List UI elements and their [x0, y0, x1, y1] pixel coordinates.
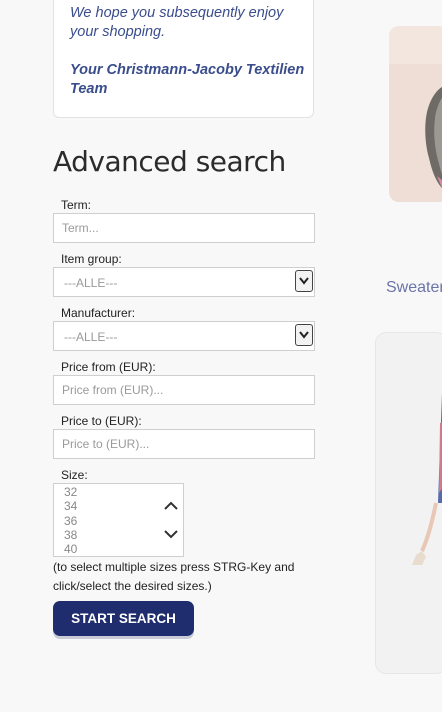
price-to-input[interactable] — [53, 429, 315, 459]
chevron-down-icon — [299, 331, 309, 339]
term-input[interactable] — [53, 213, 315, 243]
manufacturer-value: ---ALLE--- — [64, 330, 118, 344]
notice-signature: Your Christmann-Jacoby Textilien Team — [70, 62, 305, 97]
advanced-search-title: Advanced search — [53, 145, 286, 178]
size-label: Size: — [61, 468, 88, 482]
size-option[interactable]: 36 — [64, 514, 77, 528]
product-card[interactable] — [376, 333, 442, 673]
item-group-value: ---ALLE--- — [64, 276, 118, 290]
manufacturer-label: Manufacturer: — [61, 306, 136, 320]
size-multiselect[interactable]: 32 34 36 38 40 — [53, 483, 184, 557]
item-group-dropdown-button[interactable] — [295, 270, 313, 292]
price-from-label: Price from (EUR): — [61, 360, 156, 374]
item-group-select[interactable]: ---ALLE--- — [53, 267, 315, 297]
manufacturer-dropdown-button[interactable] — [295, 324, 313, 346]
notice-box: We hope you subsequently enjoy your shop… — [53, 0, 314, 118]
start-search-button[interactable]: START SEARCH — [53, 601, 194, 636]
size-scrollbar[interactable] — [159, 484, 183, 556]
product-title[interactable]: Sweater — [386, 279, 442, 297]
manufacturer-select[interactable]: ---ALLE--- — [53, 321, 315, 351]
size-option[interactable]: 38 — [64, 528, 77, 542]
size-option[interactable]: 32 — [64, 485, 77, 499]
notice-message: We hope you subsequently enjoy your shop… — [70, 5, 284, 40]
product-photo — [389, 26, 442, 202]
chevron-down-icon[interactable] — [164, 529, 178, 539]
product-photo — [376, 333, 442, 673]
size-hint: (to select multiple sizes press STRG-Key… — [53, 560, 295, 593]
size-option[interactable]: 34 — [64, 499, 77, 513]
item-group-label: Item group: — [61, 252, 122, 266]
price-to-label: Price to (EUR): — [61, 414, 142, 428]
chevron-down-icon — [299, 277, 309, 285]
chevron-up-icon[interactable] — [164, 501, 178, 511]
size-option[interactable]: 40 — [64, 542, 77, 556]
product-card-image[interactable] — [389, 26, 442, 202]
price-from-input[interactable] — [53, 375, 315, 405]
term-label: Term: — [61, 198, 91, 212]
